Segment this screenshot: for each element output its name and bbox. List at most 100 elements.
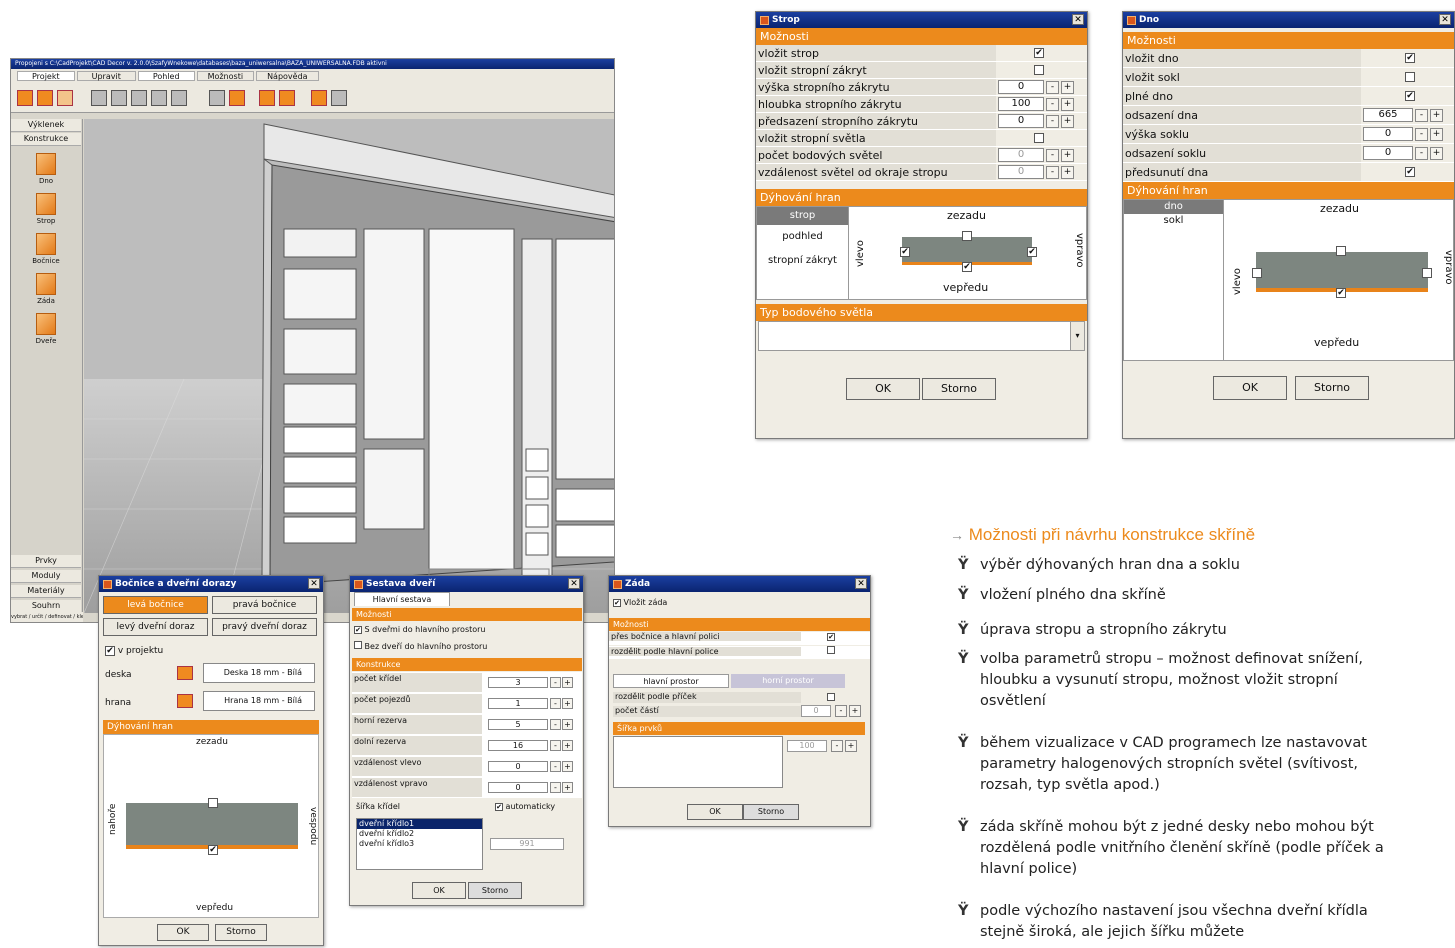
- tab-hlavni-prostor[interactable]: hlavní prostor: [613, 674, 729, 688]
- minus-button[interactable]: -: [1046, 165, 1059, 179]
- option-checkbox[interactable]: ✔: [1405, 91, 1415, 101]
- hrana-picker-icon[interactable]: [177, 694, 193, 708]
- minus-button[interactable]: -: [831, 740, 843, 752]
- toolbar-icon[interactable]: [279, 90, 295, 106]
- strop-icon[interactable]: [36, 193, 56, 215]
- door-width-input[interactable]: 991: [490, 838, 564, 850]
- menu-moznosti[interactable]: Možnosti: [196, 71, 255, 81]
- toolbar-icon[interactable]: [17, 90, 33, 106]
- dno-edge-left-checkbox[interactable]: [1252, 268, 1262, 278]
- plus-button[interactable]: +: [845, 740, 857, 752]
- minus-button[interactable]: -: [1415, 127, 1428, 141]
- minus-button[interactable]: -: [1046, 148, 1059, 162]
- dno-edge-right-checkbox[interactable]: [1422, 268, 1432, 278]
- minus-button[interactable]: -: [835, 705, 847, 717]
- sidebar-materialy[interactable]: Materiály: [11, 585, 81, 598]
- opt-split-shelf-checkbox[interactable]: [827, 646, 835, 654]
- option-checkbox[interactable]: [1034, 133, 1044, 143]
- toolbar-icon[interactable]: [37, 90, 53, 106]
- edge-back-checkbox[interactable]: [962, 231, 972, 241]
- close-icon[interactable]: ✕: [1072, 14, 1084, 25]
- cancel-button[interactable]: Storno: [1295, 376, 1369, 400]
- deska-select[interactable]: Deska 18 mm - Bílá: [203, 663, 315, 683]
- option-number-input[interactable]: 0: [1363, 127, 1413, 141]
- zada-icon[interactable]: [36, 273, 56, 295]
- chevron-down-icon[interactable]: ▾: [1070, 322, 1084, 350]
- option-number-input[interactable]: 665: [1363, 108, 1413, 122]
- plus-button[interactable]: +: [1430, 108, 1443, 122]
- opt-without-doors[interactable]: Bez dveří do hlavního prostoru: [354, 641, 487, 651]
- cancel-button[interactable]: Storno: [922, 378, 996, 400]
- close-icon[interactable]: ✕: [1439, 14, 1451, 25]
- option-number-input[interactable]: 0: [998, 80, 1044, 94]
- plus-button[interactable]: +: [562, 761, 573, 772]
- toolbar-icon[interactable]: [331, 90, 347, 106]
- option-checkbox[interactable]: ✔: [1405, 53, 1415, 63]
- width-elements-input[interactable]: 100: [787, 740, 827, 752]
- ok-button[interactable]: OK: [846, 378, 920, 400]
- tab-prava-bocnice[interactable]: pravá bočnice: [212, 596, 317, 614]
- option-number-input[interactable]: 0: [998, 114, 1044, 128]
- cancel-button[interactable]: Storno: [743, 804, 799, 820]
- toolbar-icon[interactable]: [57, 90, 73, 106]
- auto-checkbox[interactable]: ✔ automaticky: [495, 802, 555, 811]
- minus-button[interactable]: -: [1046, 114, 1059, 128]
- door-item[interactable]: dveřní křídlo2: [357, 829, 482, 839]
- edge-front-checkbox[interactable]: ✔: [962, 262, 972, 272]
- plus-button[interactable]: +: [1430, 127, 1443, 141]
- bocnice-icon[interactable]: [36, 233, 56, 255]
- menu-napoveda[interactable]: Nápověda: [256, 71, 319, 81]
- plus-button[interactable]: +: [562, 719, 573, 730]
- dno-icon[interactable]: [36, 153, 56, 175]
- dno-edge-back-checkbox[interactable]: [1336, 246, 1346, 256]
- toolbar-icon[interactable]: [229, 90, 245, 106]
- plus-button[interactable]: +: [562, 740, 573, 751]
- konstrukce-number-input[interactable]: 0: [488, 782, 548, 793]
- ok-button[interactable]: OK: [157, 924, 209, 941]
- tab-leva-bocnice[interactable]: levá bočnice: [103, 596, 208, 614]
- toolbar-icon[interactable]: [111, 90, 127, 106]
- opt-with-doors[interactable]: ✔ S dveřmi do hlavního prostoru: [354, 625, 486, 634]
- toolbar-icon[interactable]: [311, 90, 327, 106]
- parts-count-input[interactable]: 0: [801, 705, 831, 717]
- minus-button[interactable]: -: [550, 782, 561, 793]
- edge-item-strop[interactable]: strop: [757, 207, 848, 225]
- insert-back-checkbox[interactable]: ✔ Vložit záda: [613, 598, 667, 607]
- edge-right-checkbox[interactable]: ✔: [1027, 247, 1037, 257]
- tab-pravy-doraz[interactable]: pravý dveřní doraz: [212, 618, 317, 636]
- ok-button[interactable]: OK: [1213, 376, 1287, 400]
- edge-left-checkbox[interactable]: ✔: [900, 247, 910, 257]
- plus-button[interactable]: +: [1061, 114, 1074, 128]
- option-checkbox[interactable]: ✔: [1405, 167, 1415, 177]
- close-icon[interactable]: ✕: [308, 578, 320, 589]
- dno-edge-front-checkbox[interactable]: ✔: [1336, 288, 1346, 298]
- minus-button[interactable]: -: [1046, 80, 1059, 94]
- dvere-icon[interactable]: [36, 313, 56, 335]
- plus-button[interactable]: +: [849, 705, 861, 717]
- plus-button[interactable]: +: [1061, 148, 1074, 162]
- option-checkbox[interactable]: ✔: [1034, 48, 1044, 58]
- light-type-select[interactable]: ▾: [758, 321, 1085, 351]
- plus-button[interactable]: +: [1061, 80, 1074, 94]
- in-project-checkbox[interactable]: ✔ v projektu: [105, 646, 163, 656]
- toolbar-icon[interactable]: [131, 90, 147, 106]
- split-by-partitions-checkbox[interactable]: [827, 693, 835, 701]
- sidebar-prvky[interactable]: Prvky: [11, 555, 81, 568]
- sidebar-konstrukce[interactable]: Konstrukce: [11, 133, 81, 146]
- plus-button[interactable]: +: [1430, 146, 1443, 160]
- option-checkbox[interactable]: [1034, 65, 1044, 75]
- door-item[interactable]: dveřní křídlo3: [357, 839, 482, 849]
- toolbar-icon[interactable]: [171, 90, 187, 106]
- ok-button[interactable]: OK: [412, 882, 466, 899]
- menu-projekt[interactable]: Projekt: [17, 71, 75, 81]
- minus-button[interactable]: -: [1415, 146, 1428, 160]
- menu-pohled[interactable]: Pohled: [137, 71, 195, 81]
- option-number-input[interactable]: 100: [998, 97, 1044, 111]
- cancel-button[interactable]: Storno: [215, 924, 267, 941]
- sidebar-vyklenek[interactable]: Výklenek: [11, 119, 81, 132]
- close-icon[interactable]: ✕: [855, 578, 867, 589]
- hrana-select[interactable]: Hrana 18 mm - Bílá: [203, 691, 315, 711]
- option-checkbox[interactable]: [1405, 72, 1415, 82]
- tab-hlavni-sestava[interactable]: Hlavní sestava: [354, 592, 450, 606]
- edge-item-zakryt[interactable]: stropní zákryt: [757, 249, 848, 273]
